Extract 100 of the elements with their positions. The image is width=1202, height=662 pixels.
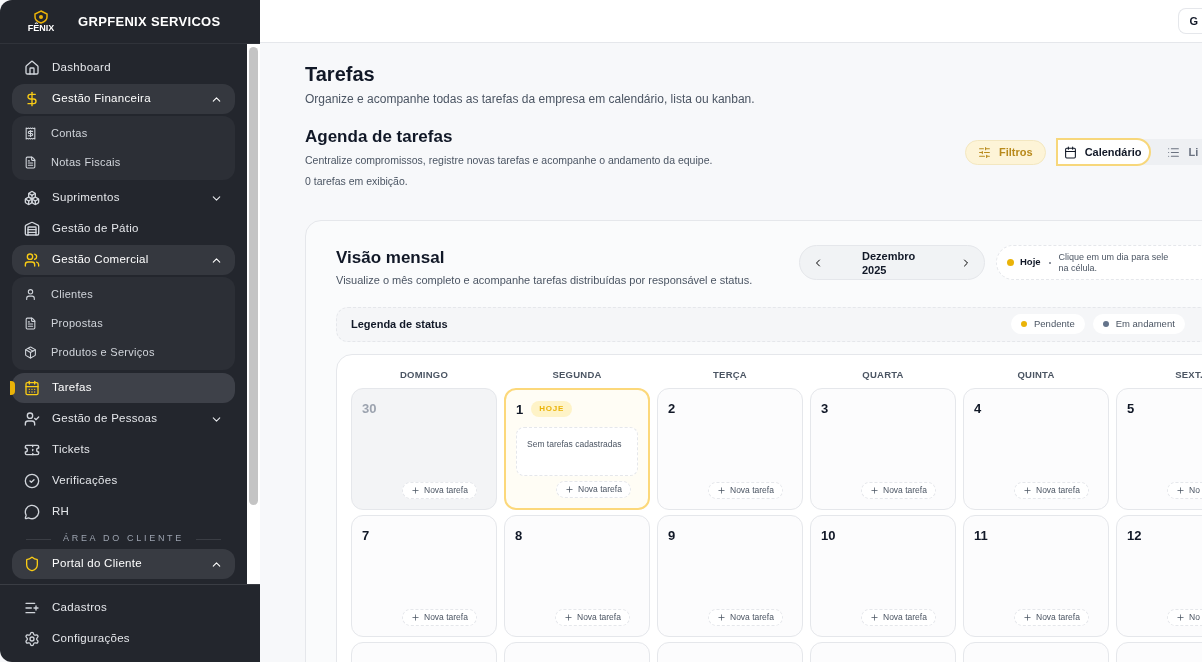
day-cell[interactable]: 9 Nova tarefa (657, 514, 803, 637)
weekday-header: QUINTA (1016, 368, 1056, 383)
legend-title: Legenda de status (351, 316, 449, 332)
view-tab[interactable]: Li (1151, 138, 1202, 166)
weekday-header: SEXT. (1174, 368, 1202, 383)
day-cell[interactable]: 30 Nova tarefa (351, 387, 497, 510)
nav-item[interactable]: Suprimentos (12, 183, 235, 213)
day-cell[interactable]: 2 Nova tarefa (657, 387, 803, 510)
user-icon (24, 288, 37, 301)
calendar-icon (1063, 145, 1077, 159)
receipt-icon (24, 127, 37, 140)
nav-item[interactable]: RH (12, 497, 235, 527)
day-number: 11 (974, 526, 988, 545)
new-task-button[interactable]: Nova tarefa (402, 481, 477, 499)
nav-item[interactable]: Verificações (12, 466, 235, 496)
nav-item[interactable]: Configurações (12, 624, 248, 654)
new-task-button[interactable]: Nova tarefa (708, 481, 783, 499)
document-icon (24, 317, 37, 330)
nav-item[interactable]: Tickets (12, 435, 235, 465)
document-icon (24, 156, 37, 169)
day-cell[interactable]: 8 Nova tarefa (504, 514, 650, 637)
day-cell[interactable]: 1 HOJE Sem tarefas cadastradas Nova tarefa (504, 387, 650, 510)
calendar-description: Visualize o mês completo e acompanhe tarefas distribuídas por responsável e status. (336, 272, 754, 287)
logo-text: FÊNIX (27, 24, 55, 33)
today-badge: HOJE (531, 401, 573, 418)
new-task-button[interactable]: Nova tarefa (708, 608, 783, 626)
day-cell[interactable]: 10 Nova tarefa (810, 514, 956, 637)
nav-item[interactable]: Gestão de Pessoas (12, 404, 235, 434)
nav-item[interactable]: Tarefas (12, 373, 235, 403)
plus-icon (1176, 485, 1185, 495)
submenu-item[interactable]: Contas (12, 119, 235, 148)
plus-icon (870, 612, 879, 622)
ticket-icon (24, 442, 40, 458)
new-task-button[interactable]: Nova tarefa (1014, 481, 1089, 499)
page-subtitle: Organize e acompanhe todas as tarefas da empresa em calendário, lista ou kanban. (305, 91, 756, 108)
nav-item[interactable]: Dashboard (12, 53, 235, 83)
day-number: 7 (362, 526, 370, 545)
weekday-header: TERÇA (712, 368, 748, 383)
plus-icon (717, 485, 726, 495)
day-number: 8 (515, 526, 523, 545)
plus-icon (1176, 612, 1185, 622)
day-cell[interactable]: 4 Nova tarefa (963, 387, 1109, 510)
day-number: 10 (821, 526, 836, 545)
plus-icon (564, 612, 573, 622)
day-cell[interactable]: 5 No (1116, 387, 1202, 510)
day-number: 30 (362, 399, 377, 418)
task-count: 0 tarefas em exibição. (305, 174, 409, 190)
page-title: Tarefas (305, 62, 376, 87)
empty-tasks-note: Sem tarefas cadastradas (516, 427, 638, 476)
new-task-button[interactable]: Nova tarefa (861, 481, 936, 499)
today-label: Hoje (1020, 255, 1041, 270)
shield-icon (24, 556, 40, 572)
new-task-button[interactable]: Nova tarefa (402, 608, 477, 626)
nav-item[interactable]: Cadastros (12, 593, 248, 623)
status-chip: Em andament (1092, 314, 1185, 334)
month-label: Dezembro 2025 (862, 248, 917, 277)
new-task-button[interactable]: Nova tarefa (1014, 608, 1089, 626)
calendar-title: Visão mensal (336, 247, 446, 269)
garage-icon (24, 221, 40, 237)
new-task-button[interactable]: No (1167, 481, 1202, 499)
day-cell[interactable]: 11 Nova tarefa (963, 514, 1109, 637)
nav-item[interactable]: Gestão Financeira (12, 84, 235, 114)
active-indicator (10, 381, 15, 395)
new-task-button[interactable]: No (1167, 608, 1202, 626)
plus-icon (565, 484, 574, 494)
nav-item[interactable]: Gestão de Pátio (12, 214, 235, 244)
header-button[interactable]: G (1178, 8, 1202, 34)
boxes-icon (24, 190, 40, 206)
home-icon (24, 60, 40, 76)
submenu-item[interactable]: Produtos e Serviços (12, 338, 235, 367)
new-task-button[interactable]: Nova tarefa (555, 608, 630, 626)
nav-item[interactable]: Gestão Comercial (12, 245, 235, 275)
check-circle-icon (24, 473, 40, 489)
weekday-header: QUARTA (861, 368, 905, 383)
new-task-button[interactable]: Nova tarefa (861, 608, 936, 626)
day-cell[interactable]: 12 No (1116, 514, 1202, 637)
view-tab[interactable]: Calendário (1055, 138, 1152, 166)
users-icon (24, 252, 40, 268)
submenu-item[interactable]: Propostas (12, 309, 235, 338)
plus-icon (870, 485, 879, 495)
day-number: 12 (1127, 526, 1142, 545)
day-number: 9 (668, 526, 676, 545)
day-number: 1 (516, 400, 524, 419)
plus-icon (1023, 612, 1032, 622)
weekday-header: DOMINGO (398, 368, 450, 383)
user-check-icon (24, 411, 40, 427)
company-name: GRPFENIX SERVICOS (78, 12, 221, 31)
day-cell[interactable]: 3 Nova tarefa (810, 387, 956, 510)
weekday-header: SEGUNDA (551, 368, 603, 383)
hint-text: Clique em um dia para sele na célula. (1058, 251, 1169, 274)
day-cell[interactable]: 7 Nova tarefa (351, 514, 497, 637)
nav-item[interactable]: Portal do Cliente (12, 549, 235, 579)
plus-icon (1023, 485, 1032, 495)
submenu-item[interactable]: Clientes (12, 280, 235, 309)
submenu-item[interactable]: Notas Fiscais (12, 148, 235, 177)
box-icon (24, 346, 37, 359)
list-plus-icon (24, 600, 40, 616)
plus-icon (411, 612, 420, 622)
new-task-button[interactable]: Nova tarefa (556, 480, 631, 498)
dollar-icon (24, 91, 40, 107)
